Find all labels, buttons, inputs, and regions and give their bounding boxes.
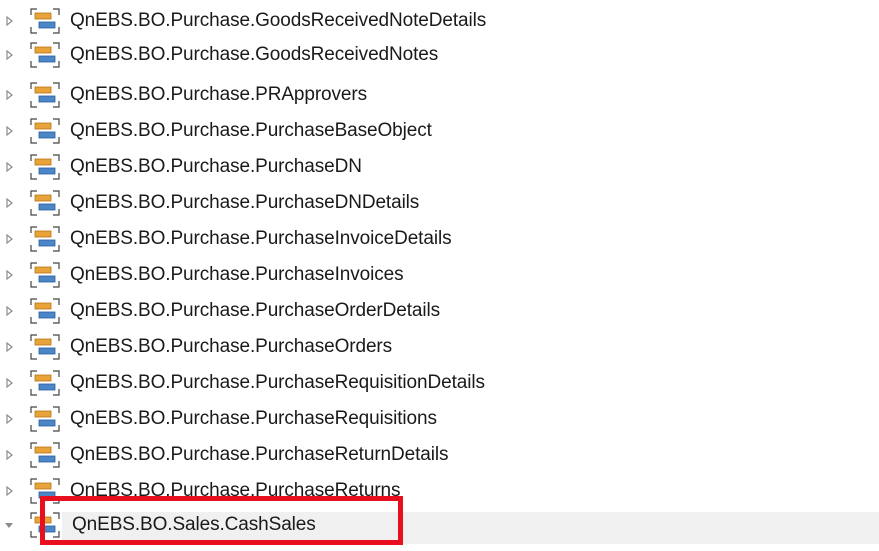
tree-item[interactable]: QnEBS.BO.Purchase.PurchaseReturnDetails [0, 437, 879, 473]
collapse-arrow-icon[interactable] [4, 520, 14, 530]
tree-item-label: QnEBS.BO.Purchase.GoodsReceivedNoteDetai… [70, 10, 487, 31]
expand-arrow-icon[interactable] [4, 162, 14, 172]
expand-arrow-icon[interactable] [4, 126, 14, 136]
tree-item-label: QnEBS.BO.Purchase.PurchaseBaseObject [70, 120, 432, 141]
class-diagram-icon [28, 80, 62, 110]
class-diagram-icon [28, 332, 62, 362]
tree-item-label: QnEBS.BO.Purchase.PurchaseInvoiceDetails [70, 228, 452, 249]
tree-item-label: QnEBS.BO.Purchase.PurchaseReturns [70, 480, 401, 501]
tree-item[interactable]: QnEBS.BO.Purchase.PurchaseRequisitions [0, 401, 879, 437]
class-diagram-icon [28, 224, 62, 254]
expand-arrow-icon[interactable] [4, 342, 14, 352]
expand-arrow-icon[interactable] [4, 16, 14, 26]
tree-item[interactable]: QnEBS.BO.Purchase.PurchaseBaseObject [0, 113, 879, 149]
expand-arrow-icon[interactable] [4, 450, 14, 460]
tree-item[interactable]: QnEBS.BO.Purchase.PurchaseDNDetails [0, 185, 879, 221]
tree-item[interactable]: QnEBS.BO.Purchase.PurchaseOrderDetails [0, 293, 879, 329]
tree-item-label: QnEBS.BO.Purchase.PurchaseOrders [70, 336, 393, 357]
tree-item-label: QnEBS.BO.Purchase.PurchaseDNDetails [70, 192, 420, 213]
class-diagram-icon [28, 260, 62, 290]
tree-item-label: QnEBS.BO.Purchase.PurchaseDN [70, 156, 362, 177]
tree-item[interactable]: QnEBS.BO.Purchase.PurchaseReturns [0, 473, 879, 509]
class-diagram-icon [28, 152, 62, 182]
class-diagram-icon [28, 116, 62, 146]
tree-item-label: QnEBS.BO.Purchase.PurchaseRequisitions [70, 408, 437, 429]
class-diagram-icon [28, 6, 62, 36]
tree-item[interactable]: QnEBS.BO.Purchase.PurchaseInvoiceDetails [0, 221, 879, 257]
tree-item[interactable]: QnEBS.BO.Purchase.PurchaseOrders [0, 329, 879, 365]
class-diagram-icon [28, 188, 62, 218]
tree-item-label: QnEBS.BO.Purchase.PurchaseRequisitionDet… [70, 372, 485, 393]
tree-item[interactable]: QnEBS.BO.Sales.CashSales [0, 507, 879, 544]
tree-item-label: QnEBS.BO.Purchase.GoodsReceivedNotes [70, 44, 439, 65]
class-diagram-icon [28, 404, 62, 434]
expand-arrow-icon[interactable] [4, 234, 14, 244]
tree-item-label: QnEBS.BO.Purchase.PRApprovers [70, 84, 368, 105]
tree-item[interactable]: QnEBS.BO.Purchase.GoodsReceivedNoteDetai… [0, 3, 879, 39]
tree-item-label: QnEBS.BO.Purchase.PurchaseReturnDetails [70, 444, 449, 465]
tree-item[interactable]: QnEBS.BO.Purchase.PRApprovers [0, 77, 879, 113]
class-diagram-icon [28, 296, 62, 326]
expand-arrow-icon[interactable] [4, 198, 14, 208]
class-diagram-icon [28, 40, 62, 70]
class-diagram-icon [28, 510, 62, 540]
expand-arrow-icon[interactable] [4, 486, 14, 496]
expand-arrow-icon[interactable] [4, 414, 14, 424]
tree-item[interactable]: QnEBS.BO.Purchase.PurchaseDN [0, 149, 879, 185]
expand-arrow-icon[interactable] [4, 50, 14, 60]
expand-arrow-icon[interactable] [4, 270, 14, 280]
expand-arrow-icon[interactable] [4, 90, 14, 100]
class-diagram-icon [28, 368, 62, 398]
expand-arrow-icon[interactable] [4, 378, 14, 388]
tree-item[interactable]: QnEBS.BO.Purchase.PurchaseRequisitionDet… [0, 365, 879, 401]
class-diagram-icon [28, 440, 62, 470]
tree-item-label: QnEBS.BO.Purchase.PurchaseOrderDetails [70, 300, 441, 321]
tree-item[interactable]: QnEBS.BO.Purchase.GoodsReceivedNotes [0, 37, 879, 73]
expand-arrow-icon[interactable] [4, 306, 14, 316]
tree-item-label: QnEBS.BO.Purchase.PurchaseInvoices [70, 264, 404, 285]
tree-item[interactable]: QnEBS.BO.Purchase.PurchaseInvoices [0, 257, 879, 293]
tree-item-label: QnEBS.BO.Sales.CashSales [72, 514, 316, 535]
class-diagram-icon [28, 476, 62, 506]
